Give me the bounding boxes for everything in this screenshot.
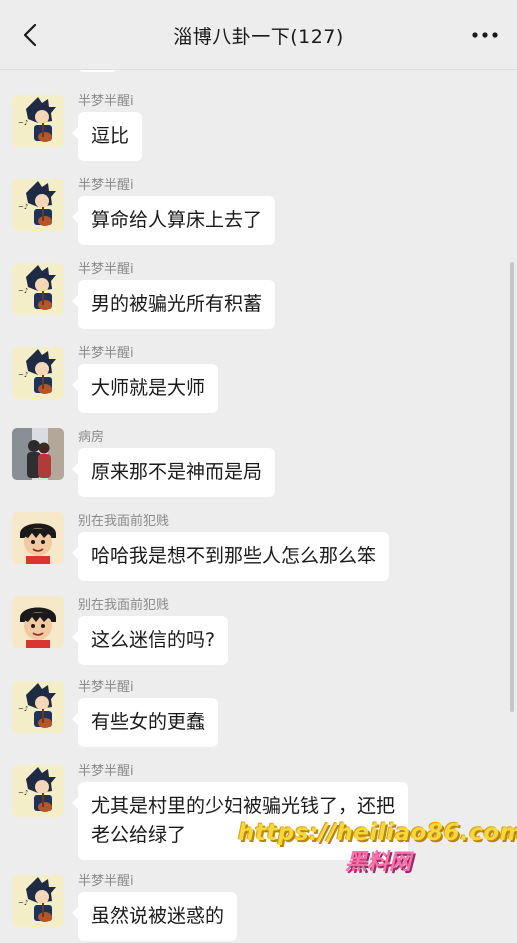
chat-scrollbar[interactable] <box>510 262 514 712</box>
previous-message-bubble <box>78 70 118 72</box>
sender-name: 半梦半醒i <box>78 346 134 361</box>
svg-text:~♪: ~♪ <box>18 371 28 379</box>
sender-name: 半梦半醒i <box>78 178 134 193</box>
anime-guitar-avatar[interactable]: ~♪ <box>12 875 64 927</box>
svg-text:~♪: ~♪ <box>18 203 28 211</box>
anime-guitar-avatar[interactable]: ~♪ <box>12 263 64 315</box>
luffy-avatar[interactable] <box>12 512 64 564</box>
chat-title: 淄博八卦一下(127) <box>173 26 344 48</box>
anime-guitar-avatar[interactable]: ~♪ <box>12 95 64 147</box>
sender-name: 病房 <box>78 430 105 445</box>
svg-text:~♪: ~♪ <box>18 119 28 127</box>
message-bubble[interactable]: 大师就是大师 <box>71 364 219 413</box>
message-bubble[interactable]: 有些女的更蠢 <box>71 698 219 747</box>
svg-text:~♪: ~♪ <box>18 287 28 295</box>
message-bubble[interactable]: 这么迷信的吗? <box>71 616 229 665</box>
more-dots-icon[interactable] <box>471 30 499 40</box>
svg-text:~♪: ~♪ <box>18 899 28 907</box>
anime-guitar-avatar[interactable]: ~♪ <box>12 681 64 733</box>
watermark-name: 黑料网 <box>344 850 411 875</box>
anime-guitar-avatar[interactable]: ~♪ <box>12 347 64 399</box>
sender-name: 别在我面前犯贱 <box>78 598 170 613</box>
watermark-url: https://heiliao86.com <box>238 820 517 846</box>
svg-text:~♪: ~♪ <box>18 705 28 713</box>
couple-photo-avatar[interactable] <box>12 428 64 480</box>
message-bubble[interactable]: 逗比 <box>71 112 143 161</box>
message-bubble[interactable]: 原来那不是神而是局 <box>71 448 276 497</box>
message-list[interactable]: ~♪ 半梦半醒i 逗比 ~♪ 半梦半醒i 算命给人算床上去了 ~♪ 半梦半醒i … <box>0 70 517 943</box>
sender-name: 半梦半醒i <box>78 874 134 889</box>
sender-name: 半梦半醒i <box>78 262 134 277</box>
message-bubble[interactable]: 男的被骗光所有积蓄 <box>71 280 276 329</box>
chat-header: 淄博八卦一下(127) <box>0 0 517 70</box>
sender-name: 别在我面前犯贱 <box>78 514 170 529</box>
svg-text:~♪: ~♪ <box>18 789 28 797</box>
luffy-avatar[interactable] <box>12 596 64 648</box>
sender-name: 半梦半醒i <box>78 680 134 695</box>
sender-name: 半梦半醒i <box>78 764 134 779</box>
message-bubble[interactable]: 哈哈我是想不到那些人怎么那么笨 <box>71 532 390 581</box>
message-bubble[interactable]: 虽然说被迷惑的 <box>71 892 238 941</box>
message-bubble[interactable]: 算命给人算床上去了 <box>71 196 276 245</box>
site-watermark: https://heiliao86.com 黑料网 <box>238 820 517 876</box>
sender-name: 半梦半醒i <box>78 94 134 109</box>
anime-guitar-avatar[interactable]: ~♪ <box>12 765 64 817</box>
anime-guitar-avatar[interactable]: ~♪ <box>12 179 64 231</box>
